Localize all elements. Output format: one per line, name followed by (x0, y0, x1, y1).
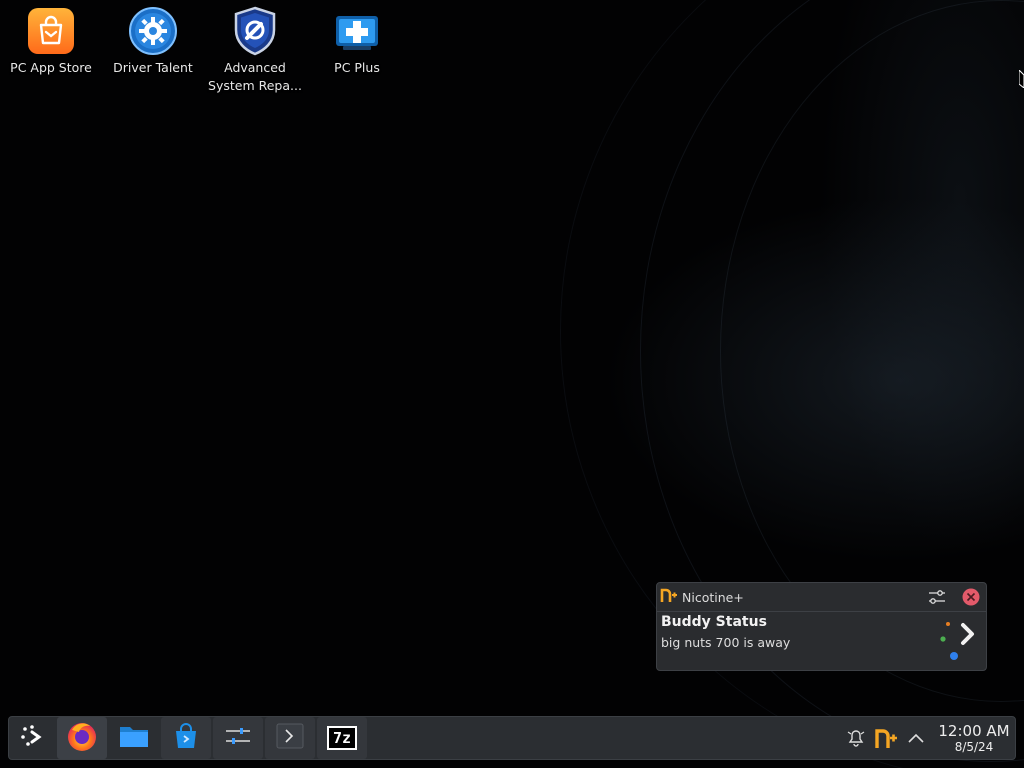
terminal-icon (276, 723, 304, 753)
dolphin-files-taskbar-button[interactable] (109, 717, 159, 759)
desktop-icon-label: PC Plus (334, 60, 380, 75)
terminal-taskbar-button[interactable] (265, 717, 315, 759)
kde-launcher-icon (19, 723, 45, 753)
desktop-icon-label: Driver Talent (113, 60, 193, 75)
mouse-cursor-icon (1019, 70, 1024, 88)
notification-bell-icon[interactable] (841, 723, 871, 753)
settings-sliders-icon (225, 725, 251, 751)
shopping-bag-icon (172, 722, 200, 754)
7z-icon: 7z (327, 726, 357, 750)
desktop-icon-pc-plus[interactable]: PC Plus (307, 6, 407, 77)
clock-date: 8/5/24 (954, 739, 994, 754)
system-tray: 12:00 AM 8/5/24 (841, 717, 1015, 759)
folder-icon (119, 723, 149, 753)
digital-clock[interactable]: 12:00 AM 8/5/24 (933, 721, 1015, 754)
system-settings-taskbar-button[interactable] (213, 717, 263, 759)
taskbar: 7z 12:00 AM 8/5/24 (8, 716, 1016, 760)
notification-header: Nicotine+ (657, 583, 986, 612)
firefox-taskbar-button[interactable] (57, 717, 107, 759)
configure-icon[interactable] (926, 586, 948, 608)
clock-time: 12:00 AM (938, 721, 1010, 740)
discover-store-taskbar-button[interactable] (161, 717, 211, 759)
desktop-icon-label: Advanced System Repa... (208, 60, 302, 93)
chevron-right-icon[interactable] (940, 619, 976, 663)
nicotine-tray-icon[interactable] (871, 723, 901, 753)
notification-body: big nuts 700 is away (661, 635, 791, 650)
desktop-icon-advanced-system-repair[interactable]: Advanced System Repa... (205, 6, 305, 95)
notification-popup[interactable]: Nicotine+ Buddy Status big nuts 700 is a… (656, 582, 987, 671)
7z-icon-text: 7z (329, 728, 355, 748)
desktop-icon-label: PC App Store (10, 60, 92, 75)
shopping-bag-icon (26, 6, 76, 56)
gear-icon (128, 6, 178, 56)
desktop-icon-pc-app-store[interactable]: PC App Store (1, 6, 101, 77)
notification-app-name: Nicotine+ (682, 589, 744, 605)
show-hidden-icons-arrow-icon[interactable] (901, 723, 931, 753)
shield-wrench-icon (230, 6, 280, 56)
desktop: PC App Store Driver Talent Advanced Syst… (0, 0, 1024, 768)
desktop-icon-driver-talent[interactable]: Driver Talent (103, 6, 203, 77)
firefox-icon (66, 720, 98, 756)
close-icon[interactable] (960, 586, 982, 608)
application-launcher-button[interactable] (9, 717, 55, 759)
nicotine-icon (660, 586, 678, 608)
medical-cross-monitor-icon (332, 6, 382, 56)
notification-title: Buddy Status (661, 614, 767, 630)
7zip-taskbar-button[interactable]: 7z (317, 717, 367, 759)
